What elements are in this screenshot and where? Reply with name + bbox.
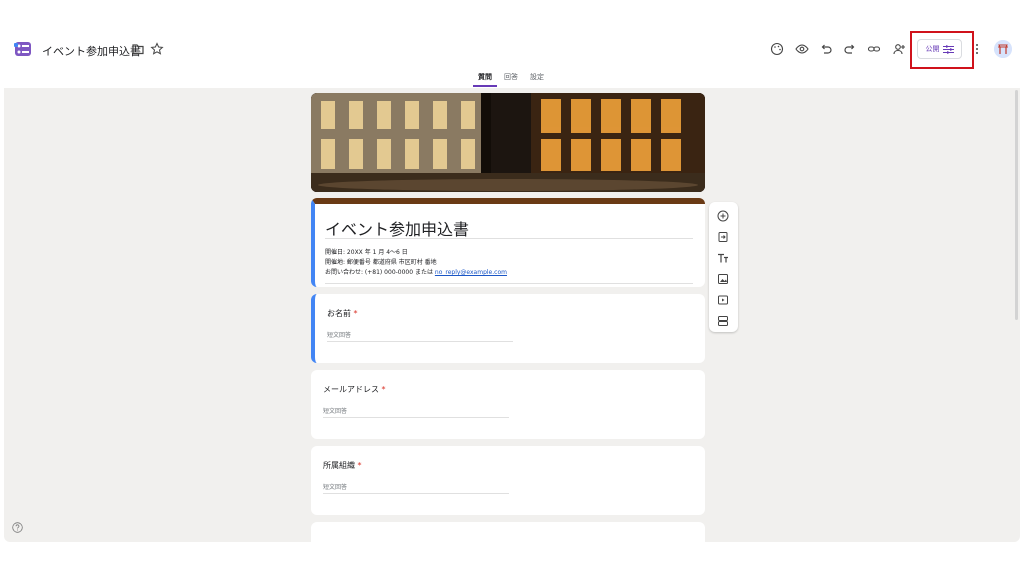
forms-logo-icon[interactable] [14, 40, 32, 58]
required-mark: * [353, 309, 358, 318]
header-image [311, 93, 705, 192]
add-image-icon[interactable] [717, 273, 729, 285]
form-description-contact: お問い合わせ: (+81) 000-0000 または no_reply@exam… [325, 267, 507, 276]
editor-tabs: 質問 回答 設定 [0, 72, 1024, 88]
question-toolbar [709, 202, 738, 332]
question-card-organization[interactable]: 所属組織 * 短文回答 [311, 446, 705, 515]
publish-button[interactable]: 公開 [917, 39, 962, 59]
redo-icon[interactable] [843, 42, 857, 56]
tab-settings[interactable]: 設定 [530, 72, 544, 82]
question-card-name[interactable]: お名前 * 短文回答 [311, 294, 705, 363]
short-answer-placeholder: 短文回答 [323, 484, 348, 491]
top-bar: イベント参加申込書 公開 質問 回答 設定 [0, 0, 1024, 87]
folder-icon[interactable] [131, 42, 145, 56]
star-icon[interactable] [150, 42, 164, 56]
help-icon[interactable] [12, 522, 23, 533]
import-questions-icon[interactable] [717, 231, 729, 243]
tab-responses[interactable]: 回答 [504, 72, 518, 82]
answer-underline [327, 341, 513, 342]
undo-icon[interactable] [819, 42, 833, 56]
contact-email-link[interactable]: no_reply@example.com [435, 269, 507, 276]
question-title: お名前 * [327, 309, 358, 318]
short-answer-placeholder: 短文回答 [327, 332, 352, 339]
palette-icon[interactable] [770, 42, 784, 56]
short-answer-placeholder: 短文回答 [323, 408, 348, 415]
preview-eye-icon[interactable] [795, 42, 809, 56]
form-canvas: イベント参加申込書 開催日: 20XX 年 1 月 4〜6 日 開催地: 郵便番… [4, 88, 1020, 542]
question-card-partial[interactable] [311, 522, 705, 542]
contact-text: お問い合わせ: (+81) 000-0000 または [325, 269, 435, 276]
title-underline [325, 238, 693, 239]
add-collaborator-icon[interactable] [892, 42, 906, 56]
question-title: メールアドレス * [323, 385, 386, 394]
add-section-icon[interactable] [717, 315, 729, 327]
form-description-venue: 開催地: 郵便番号 都道府県 市区町村 番地 [325, 259, 437, 266]
form-header-card[interactable]: イベント参加申込書 開催日: 20XX 年 1 月 4〜6 日 開催地: 郵便番… [311, 198, 705, 287]
required-mark: * [357, 461, 362, 470]
form-title[interactable]: イベント参加申込書 [325, 216, 469, 240]
tune-icon [942, 44, 954, 54]
required-mark: * [381, 385, 386, 394]
answer-underline [323, 417, 509, 418]
description-underline [325, 283, 693, 284]
theater-photo [311, 93, 705, 192]
tab-indicator [473, 85, 497, 87]
forms-editor: イベント参加申込書 公開 質問 回答 設定 イベント参加申込書 開催日: 20X… [0, 0, 1024, 576]
avatar[interactable] [994, 40, 1012, 58]
link-icon[interactable] [867, 42, 881, 56]
more-vert-icon[interactable] [972, 42, 982, 56]
add-video-icon[interactable] [717, 294, 729, 306]
question-card-email[interactable]: メールアドレス * 短文回答 [311, 370, 705, 439]
form-description-date: 開催日: 20XX 年 1 月 4〜6 日 [325, 249, 408, 256]
answer-underline [323, 493, 509, 494]
document-title[interactable]: イベント参加申込書 [42, 43, 141, 59]
question-title: 所属組織 * [323, 461, 362, 470]
add-question-icon[interactable] [717, 210, 729, 222]
publish-label: 公開 [925, 45, 940, 53]
tab-questions[interactable]: 質問 [478, 72, 492, 82]
add-title-icon[interactable] [717, 252, 729, 264]
scrollbar[interactable] [1015, 90, 1018, 320]
